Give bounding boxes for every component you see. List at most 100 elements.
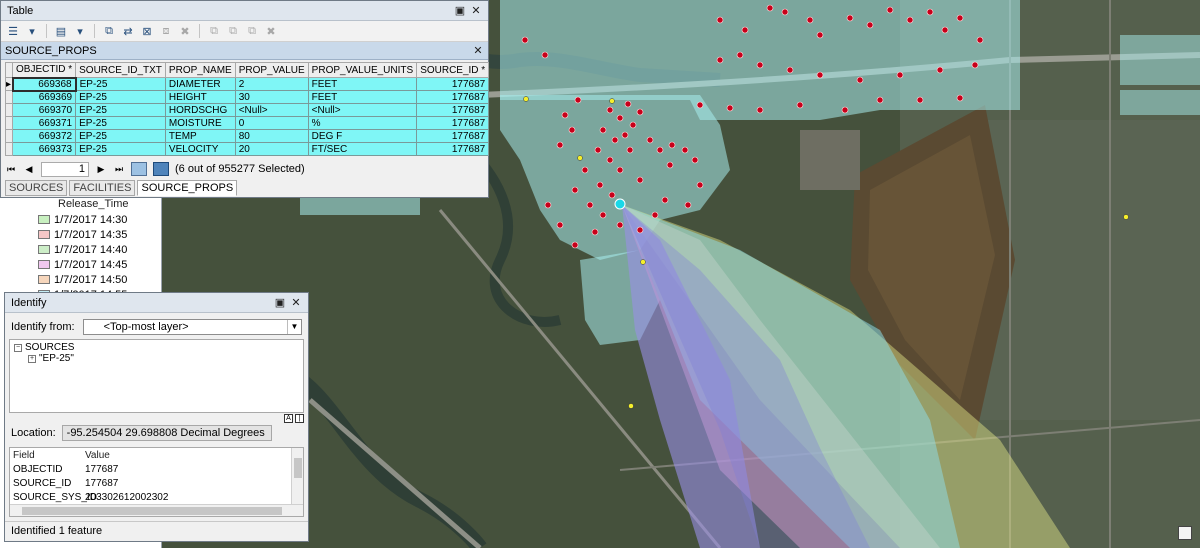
tree-node-layer[interactable]: − SOURCES (14, 342, 299, 353)
table-row[interactable]: 669372 EP-25 TEMP 80 DEG F 177687 (5, 129, 490, 143)
paste-icon[interactable]: ⧉ (225, 23, 241, 39)
column-header[interactable]: PROP_NAME (164, 62, 236, 78)
column-header[interactable]: PROP_VALUE_UNITS (307, 62, 418, 78)
table-cell[interactable]: 0 (234, 116, 309, 130)
close-icon[interactable]: ✕ (472, 45, 484, 57)
table-cell[interactable]: DIAMETER (164, 77, 236, 91)
table-cell[interactable]: EP-25 (75, 142, 166, 156)
table-cell[interactable]: TEMP (164, 129, 236, 143)
scroll-thumb[interactable] (22, 507, 282, 515)
table-cell[interactable]: 80 (234, 129, 309, 143)
switch-selection-icon[interactable]: ⇄ (120, 23, 136, 39)
identify-titlebar[interactable]: Identify ▣ ✕ (5, 293, 308, 313)
table-cell[interactable]: EP-25 (75, 116, 166, 130)
identify-from-dropdown[interactable]: <Top-most layer> ▼ (82, 319, 302, 335)
table-cell[interactable]: 669371 (11, 116, 77, 130)
table-cell[interactable]: 669368 (11, 76, 77, 92)
table-cell[interactable]: VELOCITY (164, 142, 236, 156)
table-cell[interactable]: 177687 (416, 142, 490, 156)
table-cell[interactable]: MOISTURE (164, 116, 236, 130)
table-cell[interactable]: % (307, 116, 418, 130)
table-cell[interactable]: 669373 (11, 142, 77, 156)
table-cell[interactable]: FEET (307, 90, 418, 104)
table-row[interactable]: 669371 EP-25 MOISTURE 0 % 177687 (5, 116, 490, 130)
copy-icon[interactable]: ⧉ (206, 23, 222, 39)
chevron-down-icon[interactable]: ▼ (287, 320, 301, 334)
tab-facilities[interactable]: FACILITIES (69, 180, 136, 196)
panel-splitter[interactable]: A | (9, 413, 304, 423)
table-cell[interactable]: 669370 (11, 103, 77, 117)
delete-selected-icon[interactable]: ✖ (177, 23, 193, 39)
previous-record-icon[interactable]: ◀ (23, 164, 35, 175)
chevron-down-icon[interactable]: ▾ (24, 23, 40, 39)
show-all-records-button[interactable] (131, 162, 147, 176)
restore-icon[interactable]: ▣ (454, 5, 466, 17)
table-cell[interactable]: EP-25 (75, 90, 166, 104)
attribute-row[interactable]: SOURCE_SYS_ID 203302612002302 (10, 490, 303, 504)
clear-selection-icon[interactable]: ⊠ (139, 23, 155, 39)
table-cell[interactable]: 30 (234, 90, 309, 104)
table-cell[interactable]: 2 (234, 77, 309, 91)
column-header[interactable]: SOURCE_ID_TXT (75, 62, 166, 78)
row-selector[interactable] (5, 142, 13, 156)
related-tables-icon[interactable]: ▤ (53, 23, 69, 39)
show-selected-records-button[interactable] (153, 162, 169, 176)
row-selector[interactable] (5, 116, 13, 130)
table-cell[interactable]: 177687 (416, 116, 490, 130)
table-cell[interactable]: EP-25 (75, 103, 166, 117)
table-cell[interactable]: 177687 (416, 129, 490, 143)
close-icon[interactable]: ✕ (290, 297, 302, 309)
table-cell[interactable]: HORDSCHG (164, 103, 236, 117)
scroll-thumb[interactable] (294, 458, 302, 478)
table-cell[interactable]: 177687 (416, 77, 490, 91)
table-cell[interactable]: <Null> (307, 103, 418, 117)
expand-icon[interactable]: + (28, 354, 36, 363)
select-by-attributes-icon[interactable]: ⧉ (101, 23, 117, 39)
vertical-scrollbar[interactable] (291, 448, 303, 506)
table-titlebar[interactable]: Table ▣ ✕ (1, 1, 488, 21)
column-header[interactable]: PROP_VALUE (234, 62, 309, 78)
highlight-icon[interactable]: ⧉ (244, 23, 260, 39)
close-icon[interactable]: ✕ (470, 5, 482, 17)
table-cell[interactable]: FEET (307, 77, 418, 91)
table-cell[interactable]: 177687 (416, 90, 490, 104)
table-options-icon[interactable]: ☰ (5, 23, 21, 39)
table-cell[interactable]: 669372 (11, 129, 77, 143)
attribute-row[interactable]: OBJECTID 177687 (10, 462, 303, 476)
table-cell[interactable]: <Null> (234, 103, 309, 117)
next-record-icon[interactable]: ▶ (95, 164, 107, 175)
table-cell[interactable]: 177687 (416, 103, 490, 117)
tab-source-props[interactable]: SOURCE_PROPS (137, 180, 238, 196)
table-cell[interactable]: DEG F (307, 129, 418, 143)
table-row[interactable]: ▸ 669368 EP-25 DIAMETER 2 FEET 177687 (5, 76, 490, 92)
first-record-icon[interactable]: ⏮ (5, 164, 17, 175)
row-selector[interactable] (5, 90, 13, 104)
row-selector[interactable]: ▸ (5, 77, 13, 91)
column-header[interactable]: OBJECTID * (11, 62, 77, 78)
row-selector-header[interactable] (5, 62, 13, 78)
table-cell[interactable]: HEIGHT (164, 90, 236, 104)
row-selector[interactable] (5, 103, 13, 117)
table-cell[interactable]: 20 (234, 142, 309, 156)
table-cell[interactable]: EP-25 (75, 77, 166, 91)
attribute-row[interactable]: SOURCE_ID 177687 (10, 476, 303, 490)
collapse-icon[interactable]: − (14, 343, 22, 352)
column-header[interactable]: SOURCE_ID * (416, 62, 490, 78)
current-record-input[interactable]: 1 (41, 161, 89, 177)
delete-icon[interactable]: ✖ (263, 23, 279, 39)
tree-node-feature[interactable]: + "EP-25" (14, 353, 299, 364)
map-tips-icon[interactable] (1178, 526, 1192, 540)
restore-icon[interactable]: ▣ (274, 297, 286, 309)
table-cell[interactable]: EP-25 (75, 129, 166, 143)
tab-sources[interactable]: SOURCES (5, 180, 68, 196)
list-icon[interactable]: | (295, 413, 304, 423)
table-row[interactable]: 669370 EP-25 HORDSCHG <Null> <Null> 1776… (5, 103, 490, 117)
table-row[interactable]: 669373 EP-25 VELOCITY 20 FT/SEC 177687 (5, 142, 490, 156)
last-record-icon[interactable]: ⏭ (113, 164, 125, 175)
chevron-down-icon[interactable]: ▾ (72, 23, 88, 39)
horizontal-scrollbar[interactable] (10, 504, 303, 516)
zoom-to-selected-icon[interactable]: ⧈ (158, 23, 174, 39)
row-selector[interactable] (5, 129, 13, 143)
sort-alpha-icon[interactable]: A (284, 413, 293, 423)
table-row[interactable]: 669369 EP-25 HEIGHT 30 FEET 177687 (5, 90, 490, 104)
